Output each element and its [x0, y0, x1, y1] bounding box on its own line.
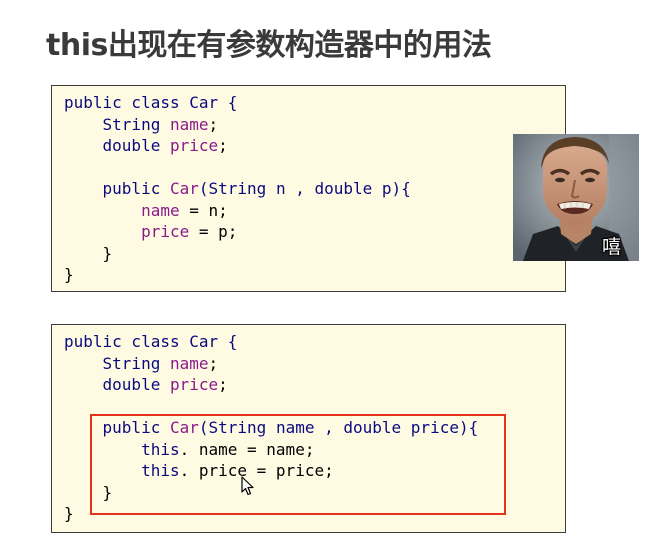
- code-line: name = n;: [64, 200, 411, 222]
- code-token: String: [64, 114, 170, 134]
- code-token: price: [64, 222, 190, 241]
- meme-reaction-image: 嘻: [513, 134, 639, 261]
- code-line: double price;: [64, 135, 411, 157]
- code-token: public class Car {: [64, 93, 238, 112]
- code-token: public: [64, 179, 170, 198]
- code-token: }: [64, 265, 74, 284]
- code-line: public Car(String n , double p){: [64, 178, 411, 200]
- code-line: String name;: [64, 353, 478, 375]
- code-token: }: [64, 504, 74, 523]
- code-line: String name;: [64, 114, 411, 136]
- code-line: }: [64, 264, 411, 286]
- code-token: ;: [208, 114, 219, 134]
- code-token: double: [64, 375, 170, 394]
- meme-caption: 嘻: [601, 236, 621, 258]
- code-token: Car: [169, 179, 199, 198]
- code-token: name: [169, 353, 209, 373]
- constructor-highlight-box: [90, 414, 506, 515]
- code-line: double price;: [64, 374, 478, 396]
- code-lines: public class Car { String name; double p…: [64, 92, 411, 286]
- code-token: public class Car {: [64, 332, 238, 351]
- code-token: ;: [218, 136, 228, 155]
- code-token: double: [64, 136, 170, 155]
- mouse-pointer-icon: [241, 476, 254, 496]
- code-token: ;: [218, 375, 228, 394]
- code-block-simple-constructor: public class Car { String name; double p…: [51, 85, 566, 292]
- code-token: price: [169, 136, 219, 155]
- code-token: String: [64, 353, 170, 373]
- code-line: price = p;: [64, 221, 411, 243]
- code-token: ;: [208, 353, 219, 373]
- code-line: public class Car {: [64, 331, 478, 353]
- code-token: name: [64, 200, 180, 220]
- code-line: public class Car {: [64, 92, 411, 114]
- slide-title: this出现在有参数构造器中的用法: [46, 28, 492, 63]
- code-token: }: [64, 243, 113, 263]
- code-line: }: [64, 243, 411, 265]
- code-token: name: [169, 114, 209, 134]
- code-token: (String n , double p){: [198, 179, 411, 198]
- code-token: price: [169, 375, 219, 394]
- code-token: = p;: [189, 222, 238, 241]
- code-token: = n;: [179, 200, 228, 220]
